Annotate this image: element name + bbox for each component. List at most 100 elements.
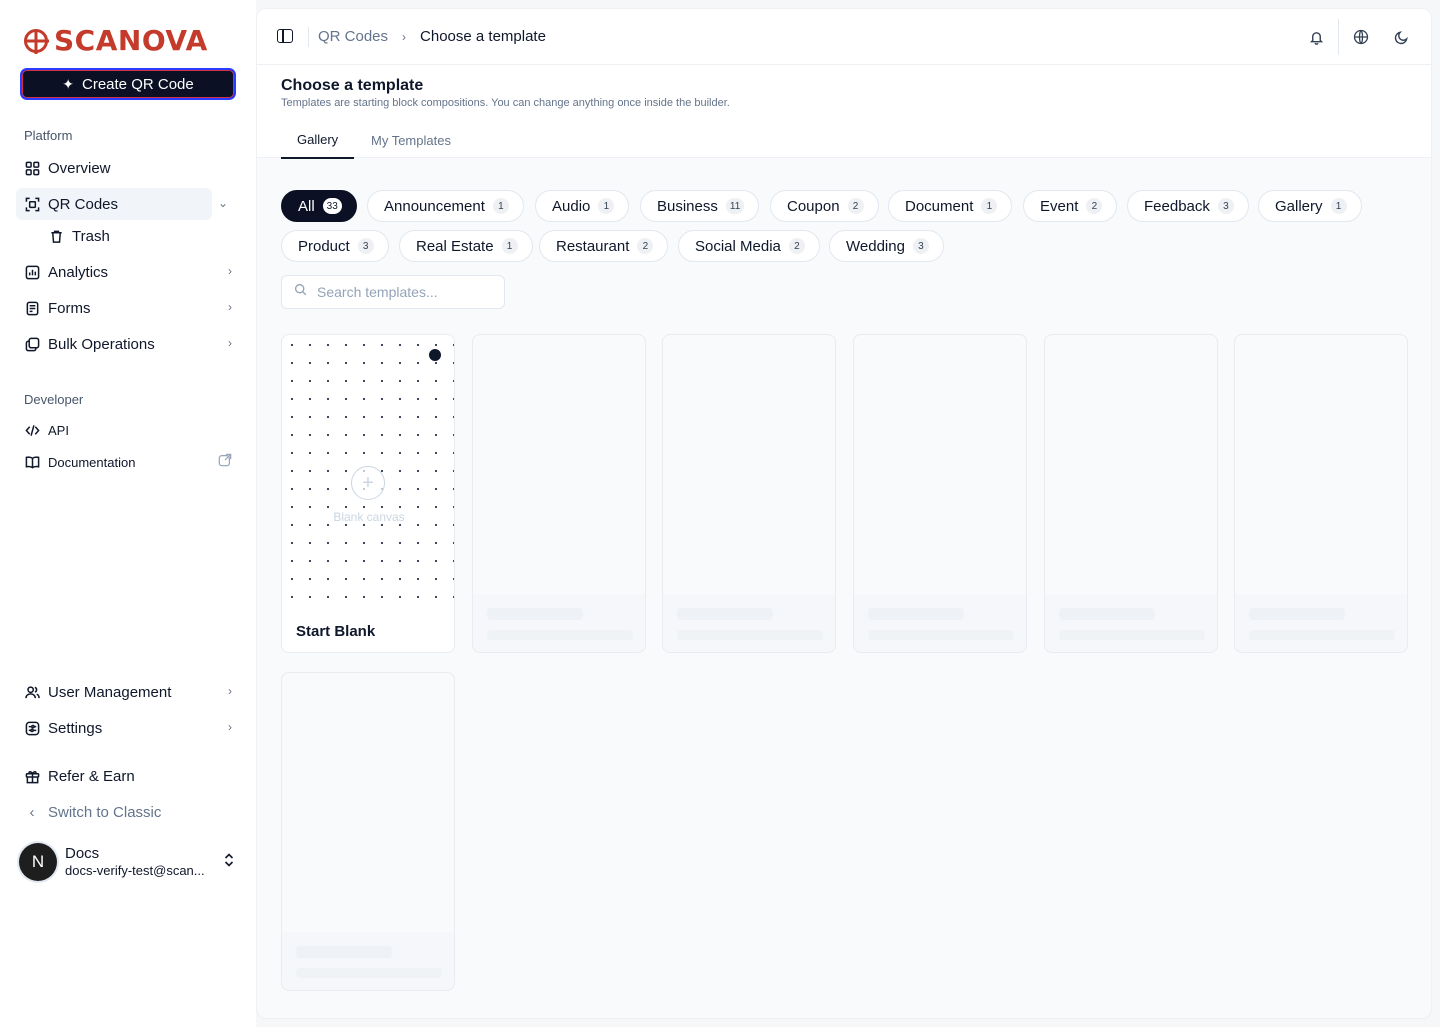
filter-chip-label: Coupon — [787, 197, 840, 215]
chevron-right-icon: › — [228, 264, 232, 278]
book-icon — [24, 454, 40, 470]
filter-chip-audio[interactable]: Audio 1 — [535, 190, 630, 222]
filter-chip-count: 3 — [1217, 198, 1234, 214]
template-card-skeleton — [662, 334, 836, 653]
sidebar-item-api[interactable]: API — [16, 414, 240, 446]
sidebar-item-documentation[interactable]: Documentation — [16, 446, 240, 478]
filter-chip-count: 2 — [1086, 198, 1103, 214]
sidebar-item-label: Forms — [48, 299, 91, 317]
filter-chip-label: Restaurant — [556, 237, 630, 255]
sidebar-item-forms[interactable]: Forms › — [16, 292, 240, 324]
chevron-right-icon: › — [402, 29, 407, 44]
filter-chip-count: 1 — [501, 238, 518, 254]
bell-icon[interactable] — [1306, 27, 1326, 47]
filter-chip-label: Audio — [552, 197, 591, 215]
skeleton-footer — [1045, 594, 1217, 652]
sparkle-icon: ✦ — [62, 75, 74, 92]
sidebar-item-label: Analytics — [48, 263, 109, 281]
chevrons-up-down-icon — [224, 853, 234, 870]
developer-section-label: Developer — [24, 392, 84, 407]
filter-chip-label: Announcement — [384, 197, 485, 215]
sidebar-item-overview[interactable]: Overview — [16, 152, 240, 184]
sidebar-item-refer-earn[interactable]: Refer & Earn — [16, 760, 240, 792]
filter-chip-label: Business — [657, 197, 718, 215]
sidebar-item-qr-codes[interactable]: QR Codes — [16, 188, 212, 220]
sidebar-item-bulk-operations[interactable]: Bulk Operations › — [16, 328, 240, 360]
code-icon — [24, 422, 40, 438]
template-card-label: Start Blank — [282, 611, 454, 652]
sidebar-item-switch-classic[interactable]: ‹ Switch to Classic — [16, 796, 240, 828]
skeleton-line — [868, 630, 1014, 640]
skeleton-footer — [854, 594, 1026, 652]
filter-chip-event[interactable]: Event 2 — [1023, 190, 1118, 222]
filter-chip-gallery[interactable]: Gallery 1 — [1258, 190, 1362, 222]
filter-chip-real-estate[interactable]: Real Estate 1 — [399, 230, 533, 262]
skeleton-line — [677, 608, 773, 620]
filter-chip-wedding[interactable]: Wedding 3 — [829, 230, 944, 262]
sidebar-item-user-management[interactable]: User Management › — [16, 676, 240, 708]
user-name: Docs — [65, 845, 100, 862]
gift-icon — [24, 768, 40, 784]
sidebar-item-label: API — [48, 422, 69, 438]
tab-gallery[interactable]: Gallery — [281, 121, 355, 159]
divider — [1338, 19, 1339, 55]
language-icon[interactable] — [1351, 27, 1371, 47]
breadcrumb-qr-codes[interactable]: QR Codes — [318, 28, 388, 45]
filter-chip-feedback[interactable]: Feedback 3 — [1127, 190, 1249, 222]
skeleton-line — [296, 968, 442, 978]
sidebar-item-label: Settings — [48, 719, 103, 737]
search-input[interactable] — [317, 284, 487, 300]
filter-chip-restaurant[interactable]: Restaurant 2 — [539, 230, 669, 262]
moon-icon[interactable] — [1391, 27, 1411, 47]
search-box — [281, 275, 505, 309]
user-info: Docs docs-verify-test@scan... — [65, 845, 205, 879]
user-menu[interactable]: N Docs docs-verify-test@scan... — [16, 838, 240, 886]
filter-chip-social-media[interactable]: Social Media 2 — [678, 230, 820, 262]
filter-chip-coupon[interactable]: Coupon 2 — [770, 190, 879, 222]
skeleton-line — [1249, 630, 1395, 640]
sidebar-item-settings[interactable]: Settings › — [16, 712, 240, 744]
external-link-icon — [218, 453, 232, 470]
user-email: docs-verify-test@scan... — [65, 863, 205, 878]
sidebar: SCANOVA ✦ Create QR Code Platform Overvi… — [0, 0, 256, 1027]
tab-my-templates[interactable]: My Templates — [355, 121, 467, 159]
sidebar-item-label: Refer & Earn — [48, 767, 135, 785]
chart-icon — [24, 264, 40, 280]
filter-chip-product[interactable]: Product 3 — [281, 230, 389, 262]
page-subtitle: Templates are starting block composition… — [281, 97, 730, 109]
filter-chip-label: Social Media — [695, 237, 781, 255]
filter-chip-count: 1 — [492, 198, 509, 214]
filter-chip-label: Real Estate — [416, 237, 494, 255]
skeleton-line — [1249, 608, 1345, 620]
filter-chip-count: 1 — [1330, 198, 1347, 214]
filter-chip-count: 3 — [357, 238, 374, 254]
filter-chip-business[interactable]: Business 11 — [640, 190, 760, 222]
sidebar-item-label: Overview — [48, 159, 111, 177]
sidebar-item-analytics[interactable]: Analytics › — [16, 256, 240, 288]
filter-chip-document[interactable]: Document 1 — [888, 190, 1013, 222]
brand-logo[interactable]: SCANOVA — [24, 24, 208, 57]
chevron-right-icon: › — [228, 720, 232, 734]
skeleton-line — [487, 630, 633, 640]
divider — [308, 27, 309, 47]
template-card-start-blank[interactable]: + Blank canvas Start Blank — [281, 334, 455, 653]
filter-chip-label: All — [298, 197, 315, 215]
sidebar-item-label: Trash — [72, 227, 110, 245]
sidebar-toggle-icon[interactable] — [277, 29, 293, 43]
sidebar-item-trash[interactable]: Trash — [40, 220, 236, 252]
filter-chip-all[interactable]: All 33 — [281, 190, 357, 222]
breadcrumb: QR Codes › Choose a template — [318, 28, 546, 45]
search-icon — [294, 283, 307, 301]
scanova-logo-icon — [24, 28, 48, 53]
filter-chip-label: Product — [298, 237, 350, 255]
template-card-skeleton — [1234, 334, 1408, 653]
template-card-skeleton — [281, 672, 455, 991]
bulk-icon — [24, 336, 40, 352]
form-icon — [24, 300, 40, 316]
filter-chip-label: Event — [1040, 197, 1079, 215]
template-card-skeleton — [1044, 334, 1218, 653]
chevron-down-icon[interactable]: ⌄ — [218, 196, 228, 210]
create-qr-code-button[interactable]: ✦ Create QR Code — [20, 68, 236, 100]
filter-chip-announcement[interactable]: Announcement 1 — [367, 190, 524, 222]
qr-scan-icon — [24, 196, 40, 212]
